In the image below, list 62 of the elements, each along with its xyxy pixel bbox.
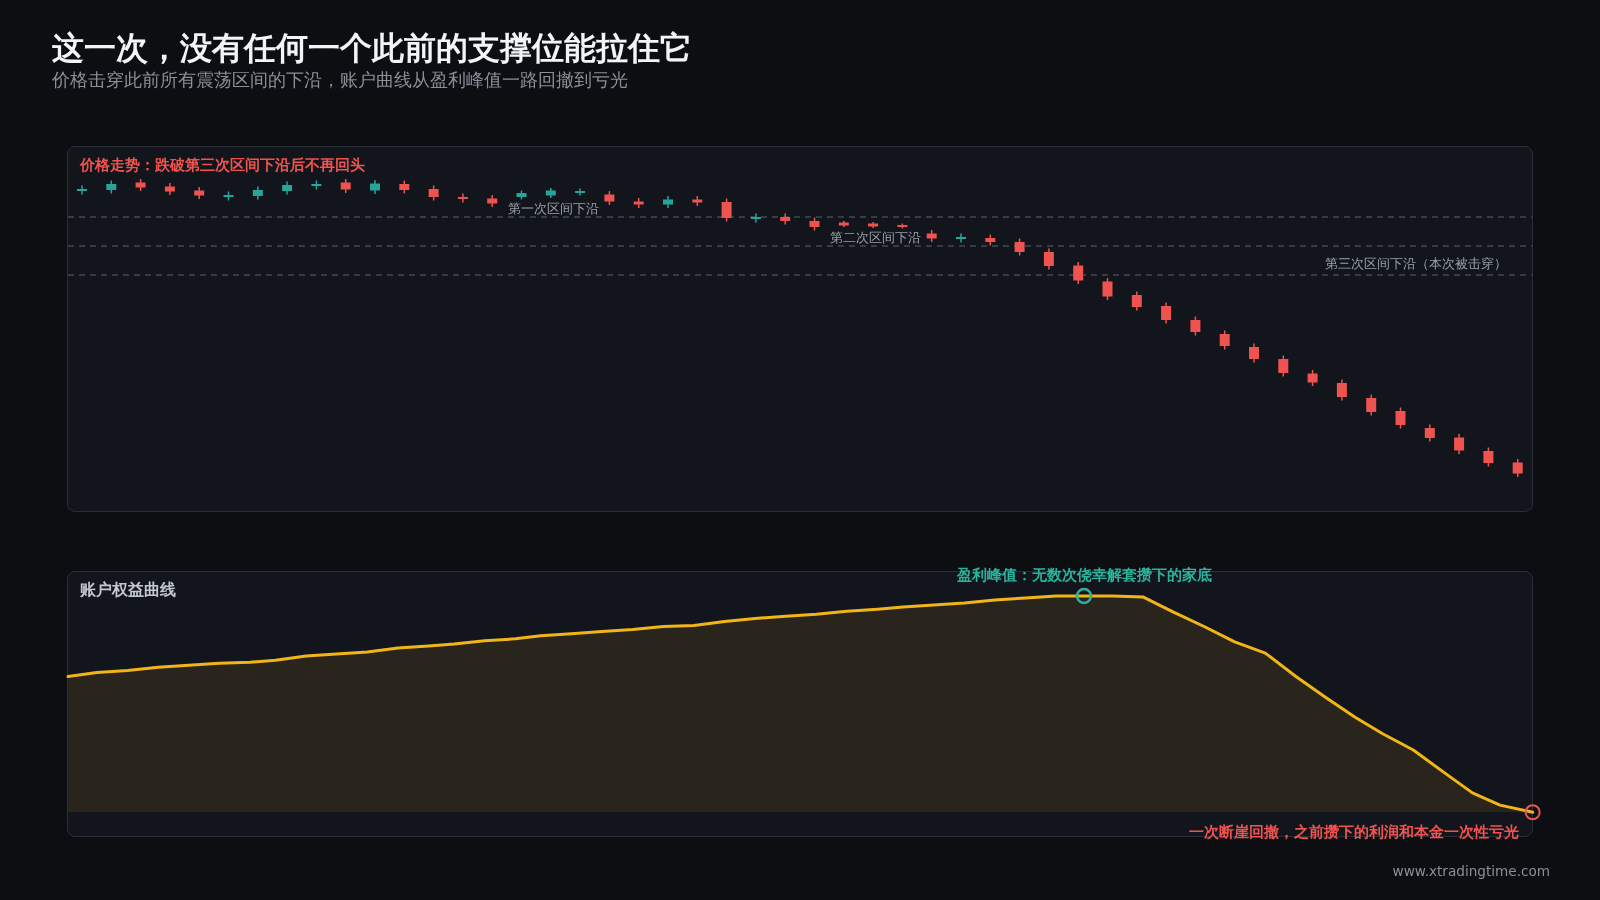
candle <box>1131 290 1142 312</box>
candle <box>1366 393 1377 417</box>
candle <box>809 216 820 232</box>
candle <box>457 192 468 204</box>
candle <box>721 197 732 223</box>
candle <box>838 220 849 228</box>
candle <box>516 189 527 201</box>
candle <box>164 182 175 196</box>
candle <box>428 184 439 202</box>
candle <box>1307 369 1318 387</box>
candle <box>1512 458 1523 478</box>
candle <box>1454 433 1465 455</box>
ring-marker-icon <box>1524 804 1541 821</box>
candle <box>1073 261 1084 285</box>
candle <box>1014 237 1025 257</box>
candle <box>1483 446 1494 468</box>
drawdown-label: 一次断崖回撤，之前攒下的利润和本金一次性亏光 <box>1189 823 1519 841</box>
candle <box>487 194 498 208</box>
ring-marker-icon <box>1075 587 1093 605</box>
candle <box>311 179 322 191</box>
candle <box>1424 423 1435 443</box>
candle <box>223 190 234 202</box>
candle <box>750 212 761 224</box>
candle <box>1336 378 1347 402</box>
candle <box>282 180 293 196</box>
website-url: www.xtradingtime.com <box>1392 862 1550 880</box>
candle <box>985 233 996 247</box>
candle <box>1161 301 1172 325</box>
candle <box>926 229 937 243</box>
candle <box>897 222 908 230</box>
slide-title: 这一次，没有任何一个此前的支撑位能拉住它 <box>52 29 692 67</box>
candle <box>135 178 146 192</box>
candle <box>399 179 410 195</box>
candle <box>1249 342 1259 364</box>
peak-label: 盈利峰值：无数次侥幸解套攒下的家底 <box>956 567 1212 583</box>
candle <box>1219 329 1230 351</box>
candle <box>1102 277 1113 301</box>
candle <box>575 187 586 197</box>
candle <box>1190 315 1201 337</box>
candle <box>633 197 644 209</box>
candle <box>106 179 117 195</box>
level-label: 第一次区间下沿 <box>507 201 599 216</box>
level-label: 第二次区间下沿 <box>829 229 921 245</box>
candle <box>1278 354 1289 378</box>
chart-title: 价格走势：跌破第三次区间下沿后不再回头 <box>80 155 365 175</box>
level-label: 第三次区间下沿（本次被击穿） <box>1325 256 1507 271</box>
chart-title: 账户权益曲线 <box>80 580 176 600</box>
candle <box>868 221 879 229</box>
candle <box>956 232 966 244</box>
candle <box>1043 247 1054 271</box>
candle <box>545 187 556 199</box>
candle <box>663 195 673 209</box>
candle <box>604 190 615 206</box>
candle <box>252 185 263 201</box>
candle <box>340 178 351 194</box>
candle <box>370 179 380 195</box>
candle <box>692 195 703 207</box>
candle <box>77 184 87 196</box>
candle <box>1395 406 1406 430</box>
candle <box>194 186 205 200</box>
slide-subtitle: 价格击穿此前所有震荡区间的下沿，账户曲线从盈利峰值一路回撤到亏光 <box>52 68 628 91</box>
candle <box>780 212 791 226</box>
